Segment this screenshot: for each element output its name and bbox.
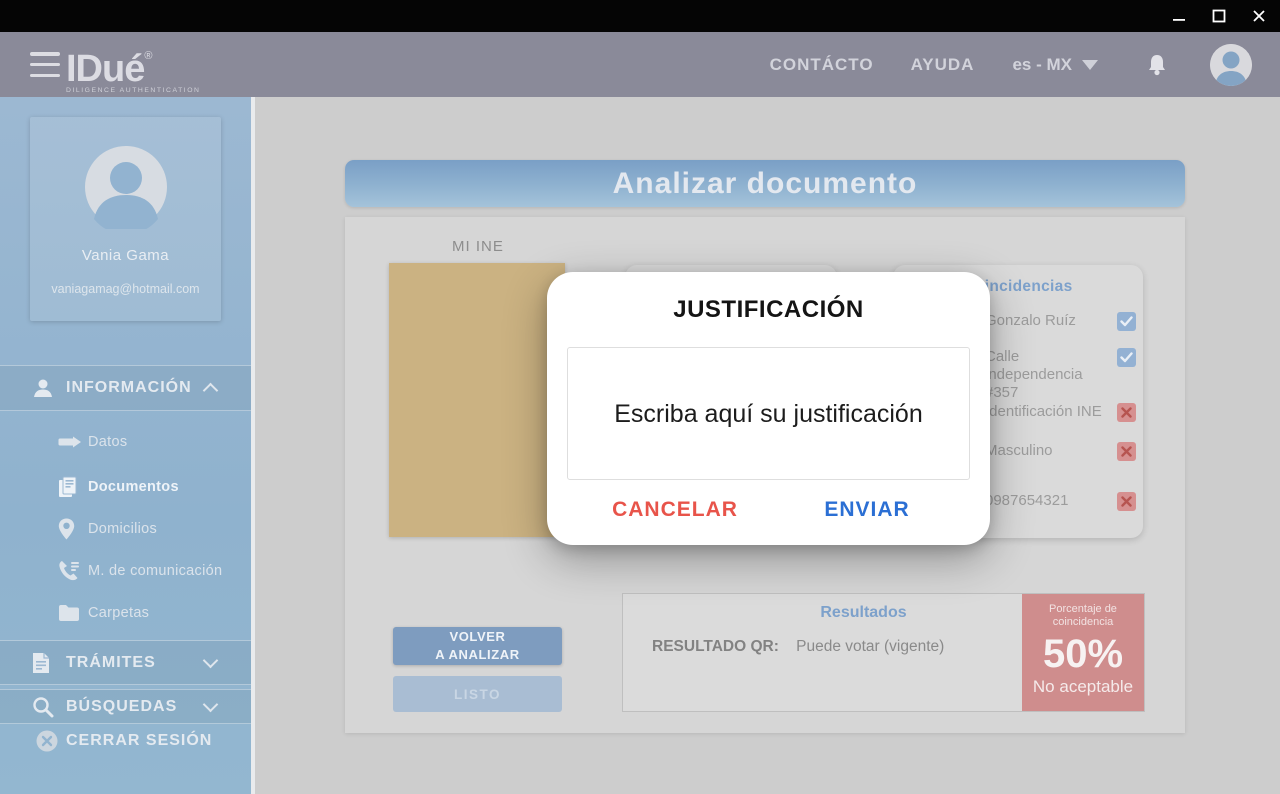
match-checkbox-crossed[interactable] — [1117, 403, 1136, 422]
profile-name: Vania Gama — [30, 247, 221, 264]
profile-card: Vania Gama vaniagamag@hotmail.com — [30, 117, 221, 321]
nav-contact[interactable]: CONTÁCTO — [770, 55, 874, 75]
coincidencia-label: Calle independencia #357 — [985, 348, 1115, 402]
sidebar-item-datos[interactable]: Datos — [0, 429, 251, 455]
logout-label: CERRAR SESIÓN — [66, 732, 212, 750]
file-icon — [32, 652, 50, 674]
qr-result-value: Puede votar (vigente) — [796, 638, 944, 655]
results-panel: Resultados RESULTADO QR: Puede votar (vi… — [622, 593, 1145, 712]
maximize-button[interactable] — [1206, 3, 1232, 29]
phone-icon — [58, 560, 80, 582]
results-title: Resultados — [703, 604, 1024, 622]
match-checkbox-checked[interactable] — [1117, 312, 1136, 331]
coincidencia-label: Gonzalo Ruíz — [985, 312, 1115, 330]
user-avatar[interactable] — [1210, 44, 1252, 86]
person-icon — [32, 377, 54, 399]
percentage-value: 50% — [1043, 633, 1123, 675]
reanalyze-label-line1: VOLVER — [449, 629, 505, 644]
reanalyze-label-line2: A ANALIZAR — [435, 647, 519, 662]
maximize-icon — [1212, 9, 1226, 23]
logout-button[interactable]: CERRAR SESIÓN — [0, 727, 251, 755]
chevron-up-icon — [203, 382, 219, 398]
sidebar-item-carpetas[interactable]: Carpetas — [0, 600, 251, 626]
registered-mark: ® — [144, 50, 151, 62]
percentage-status: No aceptable — [1033, 677, 1133, 697]
sidebar-item-domicilios[interactable]: Domicilios — [0, 516, 251, 542]
sidebar-section-tramites[interactable]: TRÁMITES — [0, 640, 251, 685]
sidebar-item-documentos[interactable]: Documentos — [0, 474, 251, 500]
profile-email: vaniagamag@hotmail.com — [30, 282, 221, 296]
sidebar-item-label: Documentos — [88, 479, 179, 495]
minimize-icon — [1172, 9, 1186, 23]
match-checkbox-crossed[interactable] — [1117, 492, 1136, 511]
notifications-button[interactable] — [1146, 53, 1168, 77]
brand-logo: IDué® DILIGENCE AUTHENTICATION — [66, 35, 201, 94]
sidebar-section-label: TRÁMITES — [66, 654, 156, 672]
qr-result-label: RESULTADO QR: — [652, 638, 779, 655]
app-window: IDué® DILIGENCE AUTHENTICATION CONTÁCTO … — [0, 0, 1280, 794]
coincidencia-label: Identificación INE — [985, 403, 1115, 421]
match-percentage-badge: Porcentaje de coincidencia 50% No acepta… — [1022, 594, 1144, 711]
chevron-down-icon — [203, 697, 219, 713]
folder-icon — [58, 604, 80, 622]
sidebar-item-label: Carpetas — [88, 605, 149, 621]
qr-result-line: RESULTADO QR: Puede votar (vigente) — [652, 638, 944, 656]
percentage-caption: Porcentaje de coincidencia — [1038, 603, 1128, 629]
reanalyze-button[interactable]: VOLVER A ANALIZAR — [393, 627, 562, 665]
match-checkbox-crossed[interactable] — [1117, 442, 1136, 461]
sidebar-item-comunicacion[interactable]: M. de comunicación — [0, 558, 251, 584]
bell-icon — [1146, 53, 1168, 77]
search-icon — [32, 696, 54, 718]
nav-help[interactable]: AYUDA — [911, 55, 975, 75]
language-selector[interactable]: es - MX — [1012, 55, 1098, 75]
chevron-down-icon — [1082, 60, 1098, 70]
done-button[interactable]: LISTO — [393, 676, 562, 712]
app-header: IDué® DILIGENCE AUTHENTICATION CONTÁCTO … — [0, 32, 1280, 97]
document-preview[interactable] — [389, 263, 565, 537]
modal-title: JUSTIFICACIÓN — [547, 296, 990, 324]
language-label: es - MX — [1012, 55, 1072, 75]
coincidencia-label: 0987654321 — [985, 492, 1115, 510]
menu-icon[interactable] — [30, 52, 60, 77]
page-title-banner: Analizar documento — [345, 160, 1185, 207]
document-label: MI INE — [452, 238, 504, 255]
brand-subtitle: DILIGENCE AUTHENTICATION — [66, 87, 201, 94]
sidebar-item-label: Datos — [88, 434, 127, 450]
sidebar: Vania Gama vaniagamag@hotmail.com INFORM… — [0, 97, 251, 794]
send-button[interactable]: ENVIAR — [797, 498, 937, 522]
coincidencia-label: Masculino — [985, 442, 1115, 460]
page-title: Analizar documento — [613, 167, 918, 201]
minimize-button[interactable] — [1166, 3, 1192, 29]
chevron-down-icon — [203, 653, 219, 669]
justification-textarea[interactable] — [567, 347, 970, 480]
documents-icon — [58, 476, 78, 498]
close-button[interactable] — [1246, 3, 1272, 29]
sidebar-section-label: INFORMACIÓN — [66, 379, 192, 397]
close-circle-icon — [36, 730, 58, 752]
sidebar-item-label: M. de comunicación — [88, 563, 222, 579]
close-icon — [1252, 9, 1266, 23]
brand-name: IDué — [66, 48, 144, 90]
avatar-icon — [1210, 44, 1252, 86]
window-titlebar — [0, 0, 1280, 32]
sidebar-item-label: Domicilios — [88, 521, 157, 537]
justification-modal: JUSTIFICACIÓN CANCELAR ENVIAR — [547, 272, 990, 545]
profile-avatar-icon — [84, 145, 168, 229]
sidebar-section-label: BÚSQUEDAS — [66, 698, 177, 716]
map-pin-icon — [58, 518, 75, 540]
sidebar-section-busquedas[interactable]: BÚSQUEDAS — [0, 689, 251, 724]
match-checkbox-checked[interactable] — [1117, 348, 1136, 367]
tag-arrow-icon — [58, 436, 82, 448]
sidebar-section-informacion[interactable]: INFORMACIÓN — [0, 365, 251, 411]
cancel-button[interactable]: CANCELAR — [605, 498, 745, 522]
